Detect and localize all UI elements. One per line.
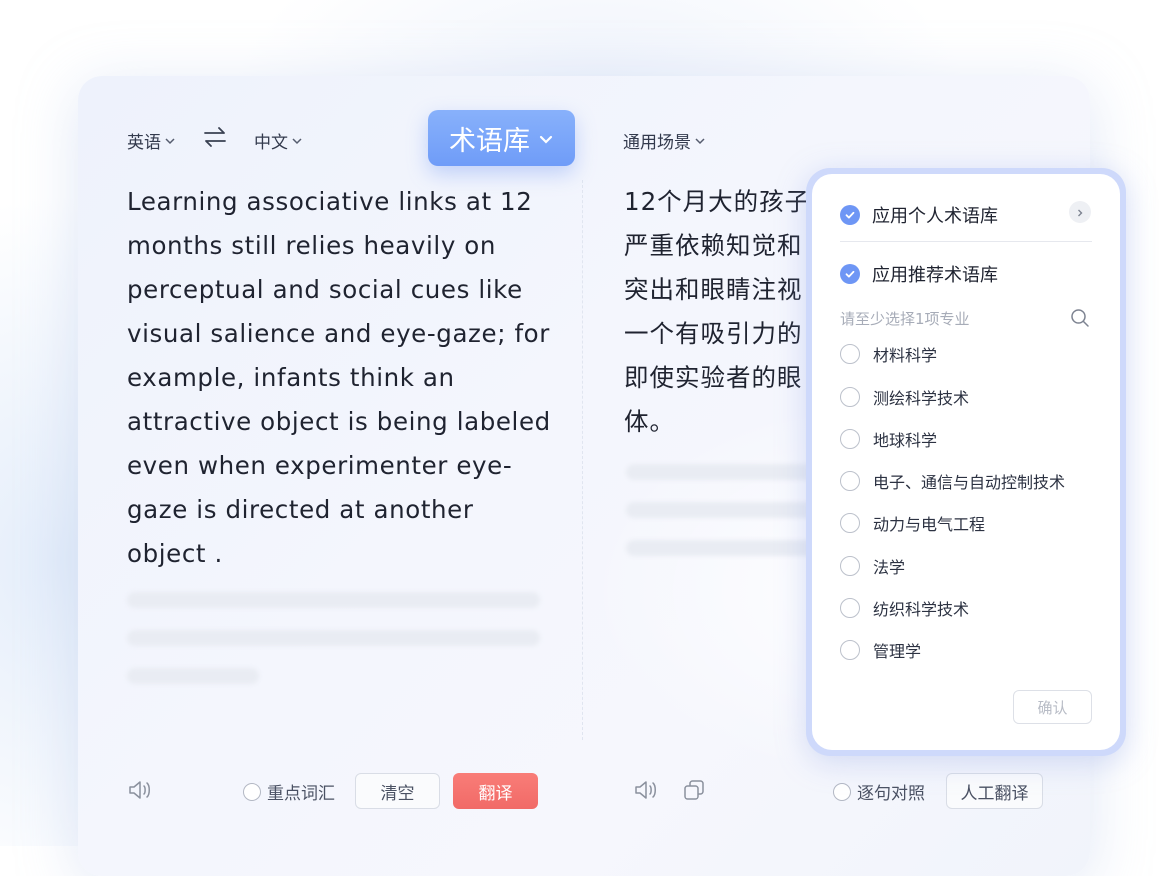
keyword-toggle[interactable]: 重点词汇 bbox=[243, 779, 335, 804]
specialty-radio[interactable] bbox=[840, 429, 860, 449]
placeholder-line bbox=[127, 668, 259, 684]
translated-text: 12个月大的孩子严重依赖知觉和突出和眼睛注视一个有吸引力的即使实验者的眼体。 bbox=[624, 187, 811, 436]
human-translation-button[interactable]: 人工翻译 bbox=[946, 773, 1043, 809]
specialty-option[interactable]: 测绘科学技术 bbox=[840, 385, 969, 409]
translate-button[interactable]: 翻译 bbox=[453, 773, 538, 809]
specialty-option[interactable]: 材料科学 bbox=[840, 342, 937, 366]
scene-select[interactable]: 通用场景 bbox=[623, 128, 706, 153]
specialty-option[interactable]: 动力与电气工程 bbox=[840, 511, 985, 535]
specialty-option[interactable]: 法学 bbox=[840, 554, 905, 578]
placeholder-line bbox=[127, 630, 540, 646]
swap-languages-button[interactable] bbox=[203, 126, 227, 152]
recommended-termbase-option[interactable]: 应用推荐术语库 bbox=[840, 261, 998, 287]
specialty-hint: 请至少选择1项专业 bbox=[840, 310, 970, 328]
speaker-icon bbox=[127, 781, 153, 806]
source-language-label: 英语 bbox=[127, 133, 161, 153]
target-language-select[interactable]: 中文 bbox=[254, 128, 303, 153]
placeholder-line bbox=[626, 502, 816, 518]
source-speaker-button[interactable] bbox=[127, 778, 153, 806]
scene-label: 通用场景 bbox=[623, 133, 691, 153]
search-icon bbox=[1070, 309, 1090, 332]
chevron-down-icon bbox=[291, 135, 303, 147]
clear-button[interactable]: 清空 bbox=[355, 773, 440, 809]
personal-termbase-label: 应用个人术语库 bbox=[872, 206, 998, 227]
sentence-compare-label: 逐句对照 bbox=[857, 784, 925, 804]
recommended-termbase-label: 应用推荐术语库 bbox=[872, 265, 998, 286]
speaker-icon bbox=[633, 781, 659, 806]
terminology-button[interactable]: 术语库 bbox=[428, 110, 575, 166]
specialty-label: 纺织科学技术 bbox=[873, 600, 970, 619]
specialty-label: 电子、通信与自动控制技术 bbox=[873, 473, 1066, 492]
source-language-select[interactable]: 英语 bbox=[127, 128, 176, 153]
specialty-option[interactable]: 地球科学 bbox=[840, 427, 937, 451]
placeholder-line bbox=[626, 540, 816, 556]
keyword-label: 重点词汇 bbox=[267, 784, 335, 804]
target-speaker-button[interactable] bbox=[633, 778, 659, 806]
specialty-option[interactable]: 纺织科学技术 bbox=[840, 596, 969, 620]
specialty-radio[interactable] bbox=[840, 556, 860, 576]
sentence-compare-toggle[interactable]: 逐句对照 bbox=[833, 779, 925, 804]
specialty-radio[interactable] bbox=[840, 344, 860, 364]
swap-icon bbox=[203, 127, 227, 152]
placeholder-line bbox=[127, 592, 540, 608]
specialty-label: 法学 bbox=[873, 558, 906, 577]
personal-termbase-option[interactable]: 应用个人术语库 bbox=[840, 202, 998, 228]
specialty-search-button[interactable] bbox=[1070, 308, 1090, 332]
terminology-label: 术语库 bbox=[449, 125, 530, 157]
copy-button[interactable] bbox=[682, 778, 708, 806]
specialty-radio[interactable] bbox=[840, 471, 860, 491]
specialty-label: 材料科学 bbox=[873, 346, 938, 365]
specialty-option[interactable]: 管理学 bbox=[840, 638, 921, 662]
check-icon[interactable] bbox=[840, 264, 860, 284]
specialty-option[interactable]: 电子、通信与自动控制技术 bbox=[840, 469, 1065, 493]
confirm-button[interactable]: 确认 bbox=[1013, 690, 1092, 724]
personal-termbase-arrow[interactable] bbox=[1069, 201, 1091, 223]
chevron-down-icon bbox=[538, 123, 554, 154]
source-text[interactable]: Learning associative links at 12 months … bbox=[127, 180, 557, 576]
popup-divider bbox=[840, 241, 1092, 242]
specialty-label: 测绘科学技术 bbox=[873, 389, 970, 408]
keyword-radio[interactable] bbox=[243, 782, 261, 801]
target-language-label: 中文 bbox=[254, 133, 288, 153]
copy-icon bbox=[682, 780, 708, 806]
specialty-radio[interactable] bbox=[840, 640, 860, 660]
check-icon[interactable] bbox=[840, 205, 860, 225]
sentence-compare-radio[interactable] bbox=[833, 782, 851, 801]
chevron-down-icon bbox=[694, 135, 706, 147]
chevron-right-icon bbox=[1075, 203, 1085, 222]
specialty-radio[interactable] bbox=[840, 513, 860, 533]
specialty-label: 动力与电气工程 bbox=[873, 515, 986, 534]
panel-divider bbox=[582, 180, 583, 740]
placeholder-line bbox=[626, 464, 816, 480]
specialty-radio[interactable] bbox=[840, 598, 860, 618]
specialty-label: 地球科学 bbox=[873, 431, 938, 450]
specialty-label: 管理学 bbox=[873, 642, 922, 661]
specialty-radio[interactable] bbox=[840, 387, 860, 407]
chevron-down-icon bbox=[164, 135, 176, 147]
